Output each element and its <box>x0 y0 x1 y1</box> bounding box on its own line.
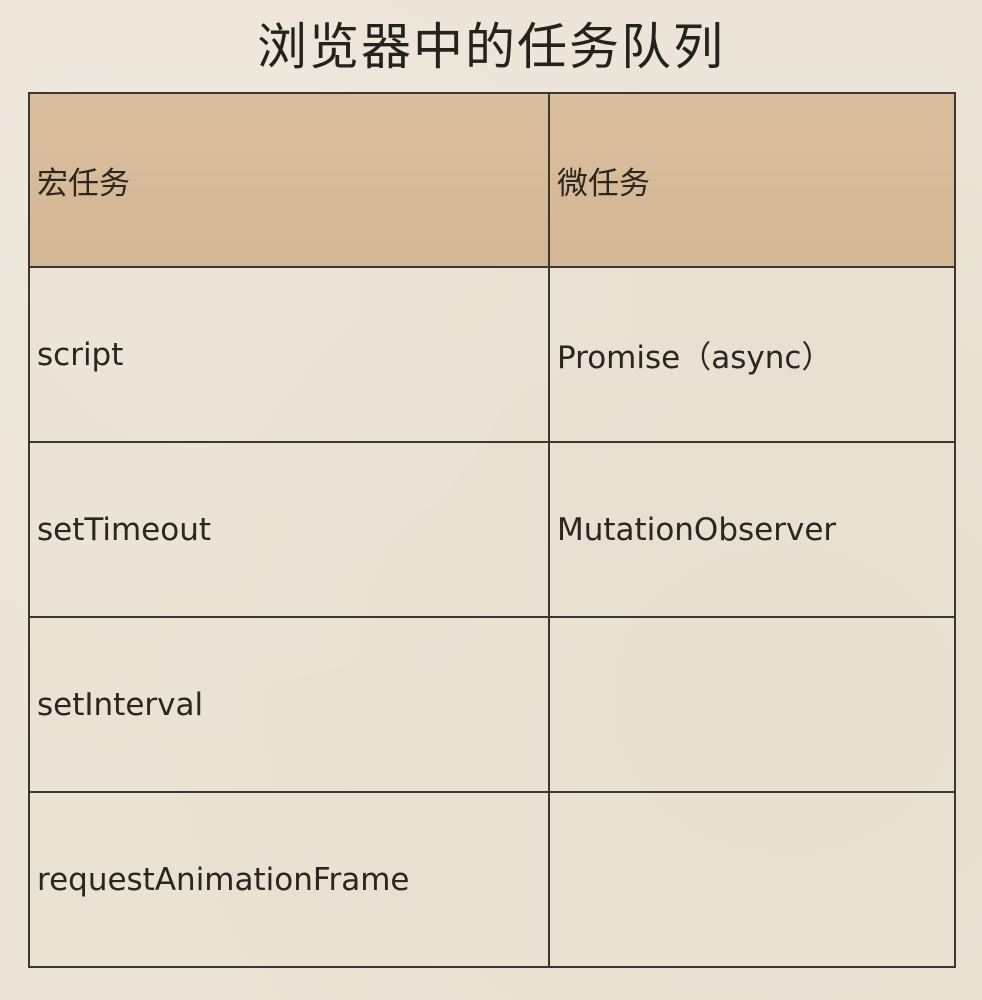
microtask-cell: MutationObserver <box>548 441 956 618</box>
table-row: setInterval <box>28 616 956 793</box>
table-row: requestAnimationFrame <box>28 791 956 968</box>
page-title: 浏览器中的任务队列 <box>257 18 725 76</box>
microtask-cell <box>548 616 956 793</box>
task-queue-table: 宏任务 微任务 script Promise（async） setTimeout… <box>28 92 956 968</box>
macrotask-cell: script <box>28 266 550 443</box>
table-row: setTimeout MutationObserver <box>28 441 956 618</box>
header-macrotask: 宏任务 <box>28 92 550 268</box>
macrotask-cell: requestAnimationFrame <box>28 791 550 968</box>
table-header-row: 宏任务 微任务 <box>28 92 956 268</box>
microtask-cell: Promise（async） <box>548 266 956 443</box>
header-microtask: 微任务 <box>548 92 956 268</box>
macrotask-cell: setTimeout <box>28 441 550 618</box>
microtask-cell <box>548 791 956 968</box>
table-row: script Promise（async） <box>28 266 956 443</box>
macrotask-cell: setInterval <box>28 616 550 793</box>
